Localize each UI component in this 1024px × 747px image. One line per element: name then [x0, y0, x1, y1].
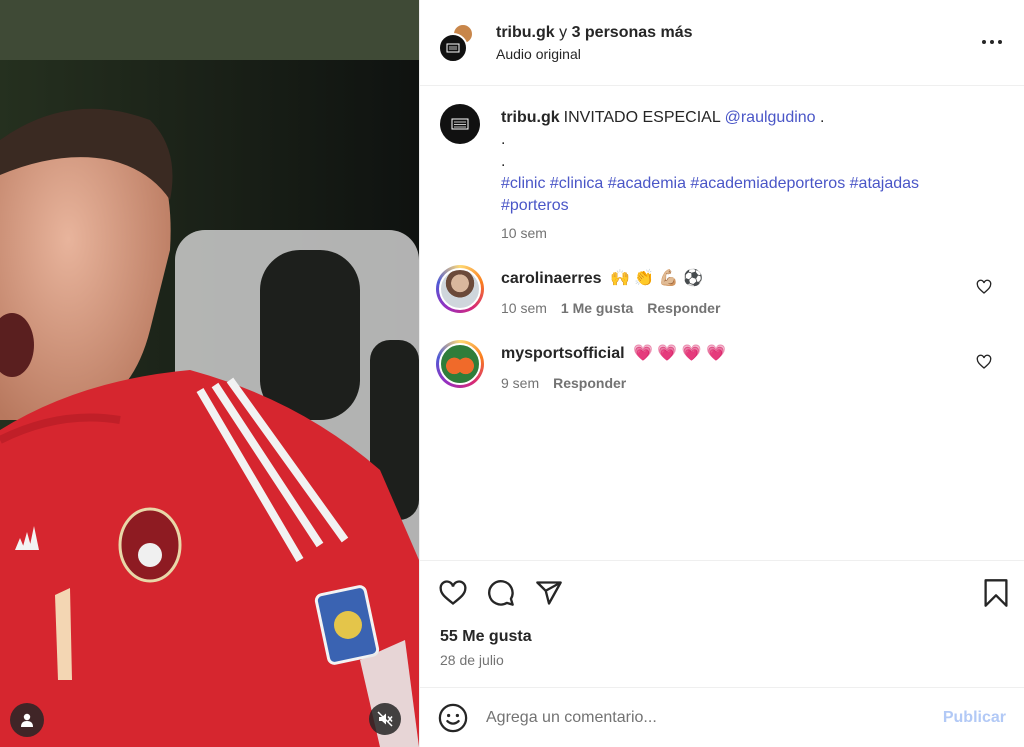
heart-icon[interactable] — [976, 354, 992, 370]
timestamp[interactable]: 10 sem — [501, 300, 547, 316]
comment-likes[interactable]: 1 Me gusta — [561, 300, 633, 316]
timestamp[interactable]: 9 sem — [501, 375, 539, 391]
comment-username[interactable]: mysportsofficial — [501, 345, 625, 362]
comment-text: 💗 💗 💗 💗 — [633, 345, 727, 362]
post-details-panel: tribu.gk y 3 personas más Audio original — [419, 0, 1024, 747]
comment-button[interactable] — [486, 578, 516, 608]
share-icon — [536, 580, 562, 605]
post-stats: 55 Me gusta 28 de julio — [420, 624, 1024, 668]
caption-text: tribu.gk INVITADO ESPECIAL @raulgudino . — [501, 107, 1006, 129]
post-video[interactable] — [0, 0, 419, 747]
post-header: tribu.gk y 3 personas más Audio original — [420, 0, 1024, 86]
bookmark-icon[interactable] — [982, 578, 1010, 608]
comment-text: 🙌 👏 💪🏼 ⚽ — [609, 270, 703, 287]
comment-input[interactable] — [486, 708, 933, 727]
avatar[interactable] — [436, 265, 484, 313]
comments-list: tribu.gk INVITADO ESPECIAL @raulgudino . … — [420, 86, 1024, 560]
avatar — [438, 32, 468, 63]
post-dialog: tribu.gk y 3 personas más Audio original — [0, 0, 1024, 747]
authors-connector: y — [554, 23, 572, 41]
more-icon — [982, 40, 1002, 44]
caption: tribu.gk INVITADO ESPECIAL @raulgudino . … — [440, 104, 1006, 241]
video-frame — [0, 0, 419, 747]
emoji-icon[interactable] — [438, 703, 468, 733]
tagged-users-button[interactable] — [10, 703, 44, 737]
caption-dot: . — [501, 153, 506, 170]
logo-icon — [446, 43, 460, 52]
caption-username[interactable]: tribu.gk — [501, 109, 560, 126]
audio-link[interactable]: Audio original — [496, 46, 693, 62]
comment-username[interactable]: carolinaerres — [501, 270, 602, 287]
comment-item: carolinaerres 🙌 👏 💪🏼 ⚽ 10 sem 1 Me gusta… — [436, 265, 1006, 316]
heart-icon — [439, 579, 467, 605]
comment-icon — [488, 579, 514, 606]
user-tag-icon — [21, 713, 33, 727]
other-authors-link[interactable]: 3 personas más — [572, 24, 693, 41]
hashtags[interactable]: #clinic #clinica #academia #academiadepo… — [501, 173, 1006, 195]
hashtags[interactable]: #porteros — [501, 195, 1006, 217]
author-username[interactable]: tribu.gk — [496, 24, 555, 41]
publish-button[interactable]: Publicar — [943, 709, 1006, 727]
avatar[interactable] — [440, 104, 480, 144]
muted-icon — [377, 711, 393, 727]
like-button[interactable] — [438, 578, 468, 608]
more-options-button[interactable] — [980, 32, 1004, 52]
mention-link[interactable]: @raulgudino — [725, 109, 816, 126]
mute-toggle-button[interactable] — [369, 703, 401, 735]
action-bar — [420, 560, 1024, 624]
share-button[interactable] — [534, 578, 564, 608]
logo-icon — [451, 118, 469, 130]
caption-trailing: . — [815, 109, 825, 126]
post-date[interactable]: 28 de julio — [440, 652, 1004, 668]
caption-body: INVITADO ESPECIAL — [563, 109, 721, 126]
reply-button[interactable]: Responder — [647, 300, 720, 316]
timestamp[interactable]: 10 sem — [501, 225, 547, 241]
caption-meta: 10 sem — [501, 225, 1006, 241]
avatar[interactable] — [436, 340, 484, 388]
heart-icon[interactable] — [976, 279, 992, 295]
post-authors: tribu.gk y 3 personas más — [496, 24, 693, 42]
comment-composer: Publicar — [420, 687, 1024, 747]
collab-avatars[interactable] — [438, 22, 478, 63]
comment-item: mysportsofficial 💗 💗 💗 💗 9 sem Responder — [436, 340, 1006, 391]
like-count[interactable]: 55 Me gusta — [440, 628, 1004, 646]
caption-dot: . — [501, 131, 506, 148]
reply-button[interactable]: Responder — [553, 375, 626, 391]
